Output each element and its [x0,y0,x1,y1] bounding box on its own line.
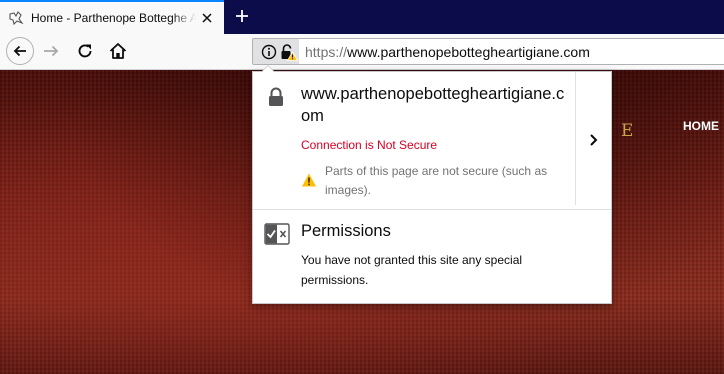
connection-status: Connection is Not Secure [301,138,438,152]
site-identity-popup: www.parthenopebottegheartigiane.com Conn… [252,65,612,304]
permissions-icon [264,223,290,248]
warning-icon [301,172,317,191]
permissions-description: You have not granted this site any speci… [301,253,523,287]
arrow-right-icon [44,45,59,57]
url-text[interactable]: https://www.parthenopebottegheartigiane.… [305,44,590,60]
permissions-section: Permissions You have not granted this si… [253,210,611,303]
home-icon [109,43,127,59]
new-tab-button[interactable] [229,2,255,30]
site-logo-icon [8,10,24,26]
security-section: www.parthenopebottegheartigiane.com Conn… [253,72,575,209]
info-icon[interactable] [261,44,277,63]
chevron-right-icon [590,134,598,146]
reload-button[interactable] [76,42,94,63]
home-button[interactable] [108,41,128,64]
plus-icon [229,10,255,33]
close-icon[interactable] [200,11,214,25]
back-button[interactable] [6,37,34,65]
permissions-title: Permissions [301,222,391,240]
lock-warning-icon[interactable] [280,43,299,64]
page-nav-home-link[interactable]: HOME [683,119,719,133]
identity-box[interactable] [253,39,299,64]
url-host: www.parthenopebottegheartigiane.com [347,44,590,60]
forward-button[interactable] [42,42,60,63]
tab-active[interactable]: Home - Parthenope Botteghe Artigiane [0,0,224,34]
url-scheme: https:// [305,44,348,60]
tab-title: Home - Parthenope Botteghe Artigiane [31,11,196,25]
navigation-toolbar: https://www.parthenopebottegheartigiane.… [0,34,724,70]
tab-strip: Home - Parthenope Botteghe Artigiane [0,0,724,34]
page-logo-fragment: E [621,121,635,141]
reload-icon [78,44,92,58]
popup-arrow [261,65,275,72]
security-details-button[interactable] [576,72,611,209]
mixed-content-text: Parts of this page are not secure (such … [325,164,548,197]
security-host: www.parthenopebottegheartigiane.com [301,85,565,125]
arrow-left-icon [13,45,26,57]
lock-icon [267,87,285,110]
url-bar[interactable]: https://www.parthenopebottegheartigiane.… [252,38,724,65]
